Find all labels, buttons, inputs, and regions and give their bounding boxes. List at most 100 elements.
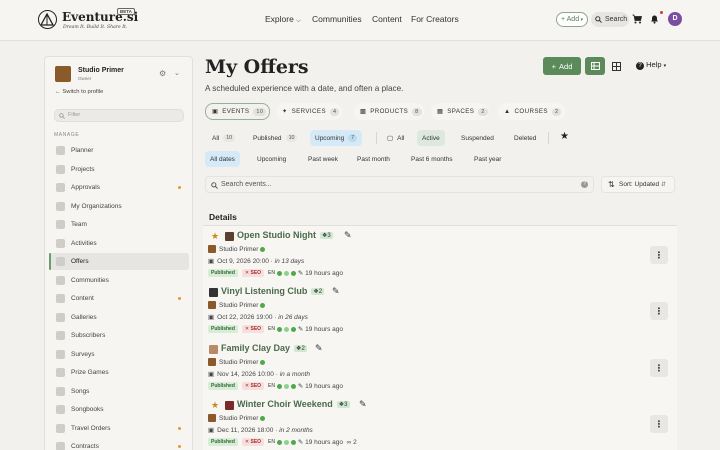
edit-icon[interactable]: ✎ xyxy=(344,230,352,241)
divider xyxy=(376,132,377,144)
sidebar-filter-input[interactable]: Filter xyxy=(54,109,184,122)
cart-icon[interactable] xyxy=(632,14,642,24)
list-item[interactable]: ★ Open Studio Night ❖3 ✎ Studio Primer ▣ O… xyxy=(208,230,673,286)
event-title[interactable]: Family Clay Day ❖2 xyxy=(221,343,307,353)
sidebar-item-prize-games[interactable]: Prize Games xyxy=(49,364,189,381)
search-events-input[interactable]: Search events... ? xyxy=(205,176,594,193)
bell-icon[interactable] xyxy=(650,14,659,24)
org-thumbnail xyxy=(208,414,216,422)
switch-to-profile-link[interactable]: ← Switch to profile xyxy=(55,89,103,95)
org-thumbnail xyxy=(208,358,216,366)
sidebar-item-my-organizations[interactable]: My Organizations xyxy=(49,198,189,215)
edit-icon[interactable]: ✎ xyxy=(315,343,323,354)
list-item[interactable]: ★ Winter Choir Weekend ❖3 ✎ Studio Primer… xyxy=(208,399,673,450)
more-options-button[interactable]: ⋮ xyxy=(650,302,668,320)
chip-count: 7 xyxy=(348,134,358,142)
nav-communities[interactable]: Communities xyxy=(312,14,362,24)
state-active[interactable]: Active xyxy=(417,130,445,146)
event-org: Studio Primer xyxy=(208,414,266,422)
seo-badge: ✕ SEO xyxy=(241,438,265,446)
date-past-year[interactable]: Past year xyxy=(469,151,507,167)
seo-badge: ✕ SEO xyxy=(241,382,265,390)
filter-all[interactable]: All 10 xyxy=(207,130,241,146)
filter-published[interactable]: Published 10 xyxy=(248,130,303,146)
list-item[interactable]: Family Clay Day ❖2 ✎ Studio Primer ▣ Nov 1… xyxy=(208,343,673,399)
state-suspended[interactable]: Suspended xyxy=(456,130,499,146)
sidebar-item-planner[interactable]: Planner xyxy=(49,142,189,159)
event-title[interactable]: Vinyl Listening Club ❖2 xyxy=(221,286,325,296)
pencil-icon: ✎ xyxy=(297,326,304,333)
tab-events[interactable]: ▣ EVENTS 10 xyxy=(205,103,270,120)
event-title[interactable]: Winter Choir Weekend ❖3 xyxy=(237,399,350,409)
sidebar-item-activities[interactable]: Activities xyxy=(49,235,189,252)
list-view-icon xyxy=(590,62,600,70)
status-badge: Published xyxy=(208,269,238,277)
sidebar-item-galleries[interactable]: Galleries xyxy=(49,309,189,326)
sidebar-item-approvals[interactable]: Approvals xyxy=(49,179,189,196)
filter-upcoming[interactable]: Upcoming 7 xyxy=(310,130,363,146)
sidebar-item-travel-orders[interactable]: Travel Orders xyxy=(49,420,189,437)
sort-button[interactable]: ⇅ Sort: Updated ⇵ xyxy=(601,176,675,193)
sidebar-item-subscribers[interactable]: Subscribers xyxy=(49,327,189,344)
nav-for-creators[interactable]: For Creators xyxy=(411,14,459,24)
edit-icon[interactable]: ✎ xyxy=(359,399,367,410)
chevron-down-icon[interactable]: ⌄ xyxy=(174,69,180,77)
sidebar-item-songs[interactable]: Songs xyxy=(49,383,189,400)
star-icon[interactable]: ★ xyxy=(211,400,219,411)
nav-content[interactable]: Content xyxy=(372,14,402,24)
state-deleted[interactable]: Deleted xyxy=(509,130,542,146)
date-past-month[interactable]: Past month xyxy=(352,151,395,167)
date-upcoming[interactable]: Upcoming xyxy=(252,151,292,167)
more-options-button[interactable]: ⋮ xyxy=(650,415,668,433)
avatar[interactable]: D xyxy=(668,12,682,26)
building-icon xyxy=(56,202,65,211)
updated-time: 19 hours ago xyxy=(305,438,344,446)
sidebar-item-surveys[interactable]: Surveys xyxy=(49,346,189,363)
list-view-button[interactable] xyxy=(585,57,605,75)
info-icon[interactable]: ? xyxy=(581,181,588,188)
date-all-dates[interactable]: All dates xyxy=(205,151,240,167)
search-button[interactable]: Search xyxy=(591,12,629,27)
tab-courses[interactable]: ▲ COURSES 2 xyxy=(498,103,566,120)
status-dot xyxy=(277,439,282,445)
help-button[interactable]: ? Help ▾ xyxy=(636,60,666,70)
nav-explore[interactable]: Explore ⌵ xyxy=(265,14,301,25)
favorites-star-icon[interactable]: ★ xyxy=(560,131,569,142)
group-icon: ❖3 xyxy=(320,232,333,240)
logo-icon[interactable] xyxy=(38,10,57,29)
sidebar-item-offers[interactable]: Offers xyxy=(49,253,189,270)
more-options-button[interactable]: ⋮ xyxy=(650,359,668,377)
tab-spaces[interactable]: ▦ SPACES 2 xyxy=(431,103,489,120)
filter-placeholder: Filter xyxy=(68,112,81,118)
state-all[interactable]: ▢ All xyxy=(382,130,410,146)
seo-badge: ✕ SEO xyxy=(241,325,265,333)
star-icon[interactable]: ★ xyxy=(211,231,219,242)
gear-icon[interactable]: ⚙ xyxy=(159,69,166,78)
more-options-button[interactable]: ⋮ xyxy=(650,246,668,264)
add-button[interactable]: + Add xyxy=(543,57,581,75)
tab-services[interactable]: ✦ SERVICES 4 xyxy=(276,103,342,120)
travel-icon xyxy=(56,424,65,433)
status-dot xyxy=(284,326,289,332)
tab-count: 4 xyxy=(329,107,340,116)
sidebar-item-contracts[interactable]: Contracts xyxy=(49,438,189,450)
date-past-6-months[interactable]: Past 6 months xyxy=(406,151,458,167)
edit-icon[interactable]: ✎ xyxy=(332,286,340,297)
sidebar-item-communities[interactable]: Communities xyxy=(49,272,189,289)
sidebar-item-projects[interactable]: Projects xyxy=(49,161,189,178)
sidebar-item-team[interactable]: Team xyxy=(49,216,189,233)
calendar-icon: ▣ xyxy=(208,371,215,378)
list-item[interactable]: Vinyl Listening Club ❖2 ✎ Studio Primer ▣… xyxy=(208,286,673,342)
survey-icon xyxy=(56,350,65,359)
add-top-button[interactable]: + Add ▾ xyxy=(556,12,588,27)
tab-products[interactable]: ▩ PRODUCTS 8 xyxy=(354,103,424,120)
org-name[interactable]: Studio Primer xyxy=(78,67,124,74)
language-badge: EN xyxy=(268,439,275,445)
sidebar-item-content[interactable]: Content xyxy=(49,290,189,307)
calendar-icon: ▣ xyxy=(208,427,215,434)
grid-view-button[interactable] xyxy=(607,57,625,75)
sidebar-item-songbooks[interactable]: Songbooks xyxy=(49,401,189,418)
date-past-week[interactable]: Past week xyxy=(303,151,343,167)
section-label: MANAGE xyxy=(54,132,80,138)
event-title[interactable]: Open Studio Night ❖3 xyxy=(237,230,333,240)
